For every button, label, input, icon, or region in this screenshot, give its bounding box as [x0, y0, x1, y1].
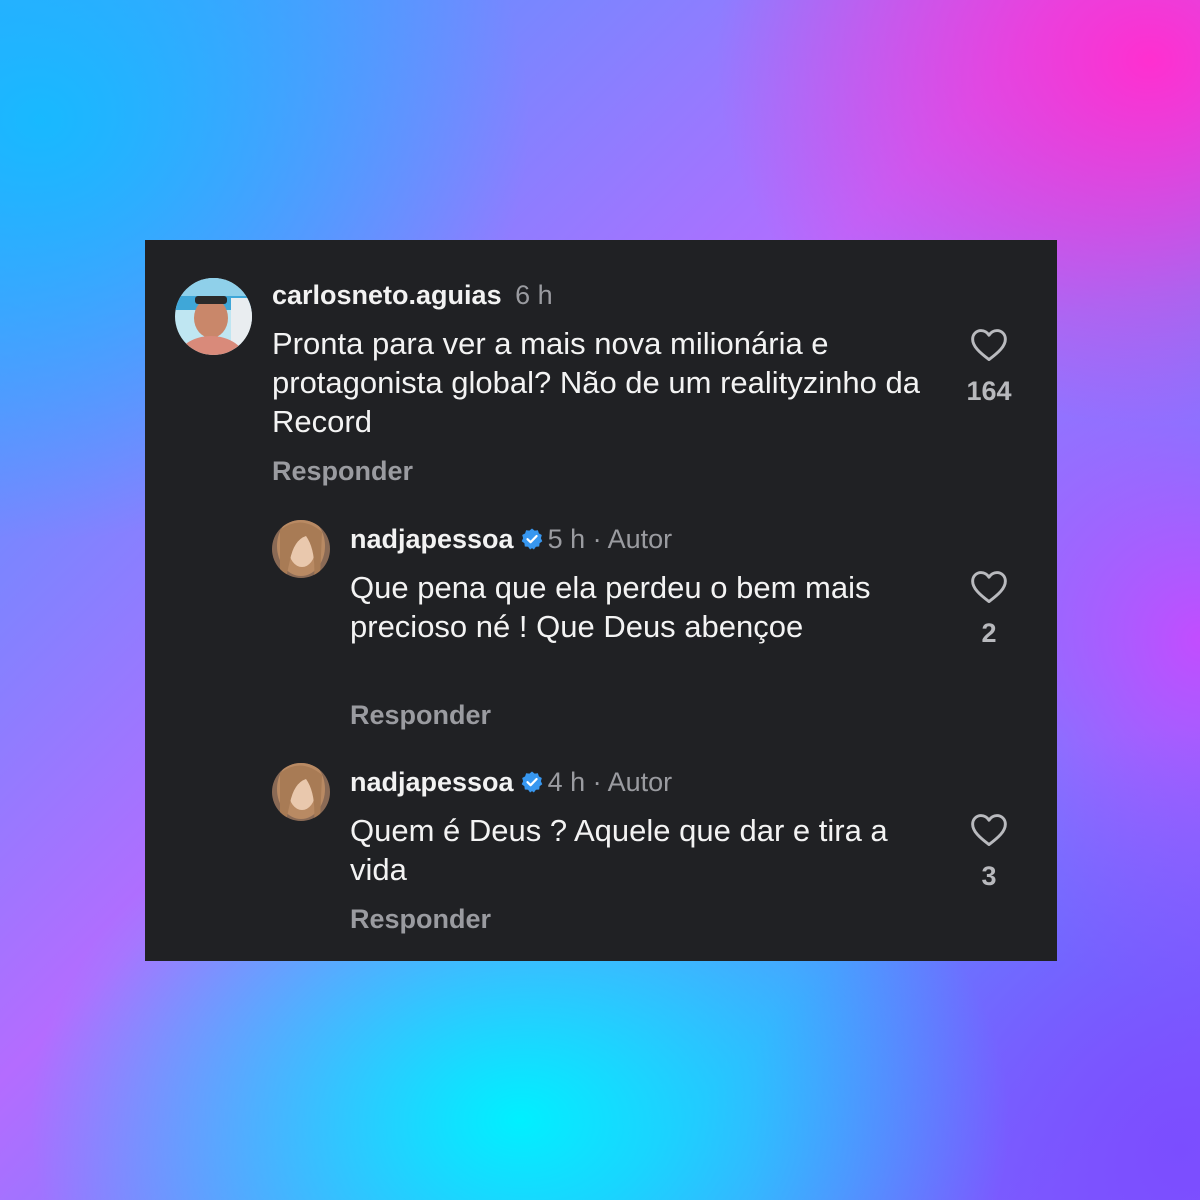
comment-header: nadjapessoa 5 h · Autor [350, 524, 672, 554]
heart-outline-icon[interactable] [969, 568, 1009, 604]
verified-badge-icon [521, 771, 542, 793]
comment-text: Quem é Deus ? Aquele que dar e tira a vi… [350, 813, 888, 887]
like-count: 2 [981, 618, 997, 648]
username[interactable]: nadjapessoa [350, 767, 514, 797]
comment-text: Pronta para ver a mais nova milionária e… [272, 326, 920, 439]
username[interactable]: nadjapessoa [350, 524, 514, 554]
reply-button[interactable]: Responder [350, 904, 491, 935]
avatar[interactable] [272, 763, 330, 821]
like-control: 2 [949, 568, 1029, 649]
verified-badge-icon [521, 528, 542, 550]
like-control: 3 [949, 811, 1029, 892]
author-label: · Autor [592, 524, 673, 554]
author-label: · Autor [592, 767, 673, 797]
like-count: 164 [966, 376, 1012, 406]
timestamp: 4 h [547, 767, 586, 797]
heart-outline-icon[interactable] [969, 811, 1009, 847]
reply-button[interactable]: Responder [350, 700, 491, 731]
comment-header: nadjapessoa 4 h · Autor [350, 767, 672, 797]
timestamp: 6 h [515, 280, 553, 310]
like-control: 164 [949, 326, 1029, 407]
username[interactable]: carlosneto.aguias [272, 280, 502, 310]
comment-header: carlosneto.aguias 6 h [272, 280, 553, 310]
like-count: 3 [981, 861, 997, 891]
timestamp: 5 h [547, 524, 586, 554]
avatar[interactable] [175, 278, 252, 355]
reply-button[interactable]: Responder [272, 456, 413, 487]
avatar[interactable] [272, 520, 330, 578]
comments-panel: carlosneto.aguias 6 h Pronta para ver a … [145, 240, 1057, 961]
comment-text: Que pena que ela perdeu o bem mais preci… [350, 570, 871, 644]
heart-outline-icon[interactable] [969, 326, 1009, 362]
